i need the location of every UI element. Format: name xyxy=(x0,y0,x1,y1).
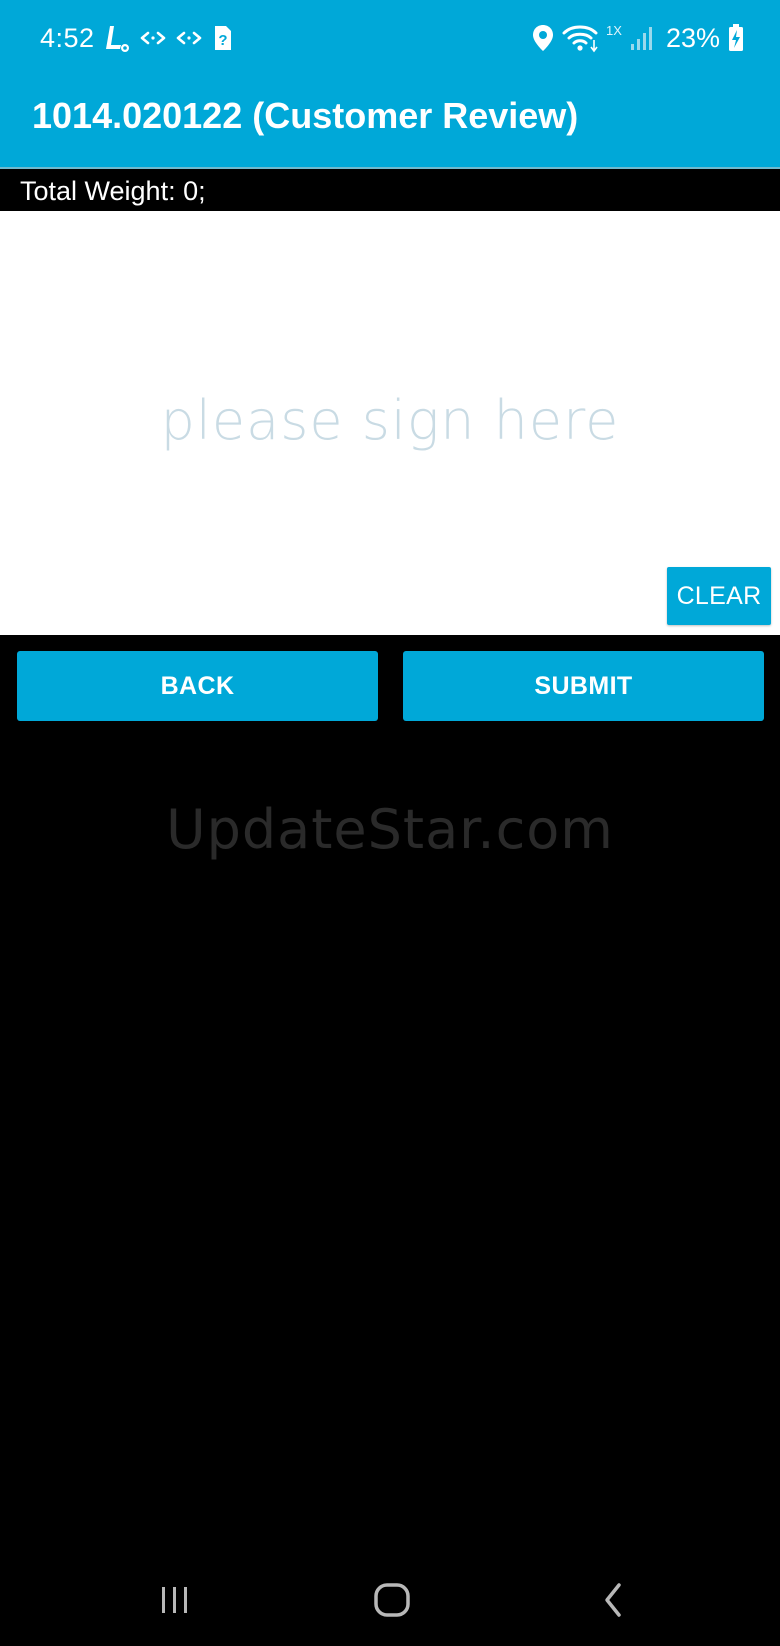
back-button[interactable]: BACK xyxy=(17,651,378,721)
svg-text:?: ? xyxy=(218,32,227,49)
data-sync-icon xyxy=(176,28,202,48)
submit-button[interactable]: SUBMIT xyxy=(403,651,764,721)
sim-unknown-icon: ? xyxy=(212,25,232,51)
navigation-bar xyxy=(0,1556,780,1646)
data-sync-icon xyxy=(140,28,166,48)
signal-icon xyxy=(630,25,654,51)
location-icon xyxy=(532,24,554,52)
signature-placeholder: please sign here xyxy=(160,389,620,452)
battery-percent: 23% xyxy=(665,23,720,53)
status-right-icons: 1X 23% xyxy=(532,20,744,56)
total-weight-label: Total Weight: 0; xyxy=(20,176,206,206)
battery-charging-icon xyxy=(728,24,744,52)
clear-button[interactable]: CLEAR xyxy=(667,567,771,625)
l-app-icon xyxy=(104,23,130,53)
recent-apps-icon[interactable] xyxy=(145,1574,205,1626)
status-time: 4:52 xyxy=(40,23,95,53)
status-left-icons: ? xyxy=(104,22,232,54)
network-type-label: 1X xyxy=(606,23,622,38)
home-icon[interactable] xyxy=(362,1574,422,1626)
app-header: 4:52 ? 1X 23% 1014.020122 (Customer Revi… xyxy=(0,0,780,169)
watermark: UpdateStar.com xyxy=(166,798,614,861)
wifi-icon xyxy=(562,23,598,53)
header-divider xyxy=(0,167,780,169)
status-bar: 4:52 ? 1X 23% xyxy=(0,0,780,76)
page-title: 1014.020122 (Customer Review) xyxy=(32,95,579,136)
back-icon[interactable] xyxy=(584,1574,644,1626)
signature-pad[interactable]: please sign here CLEAR xyxy=(0,211,780,635)
